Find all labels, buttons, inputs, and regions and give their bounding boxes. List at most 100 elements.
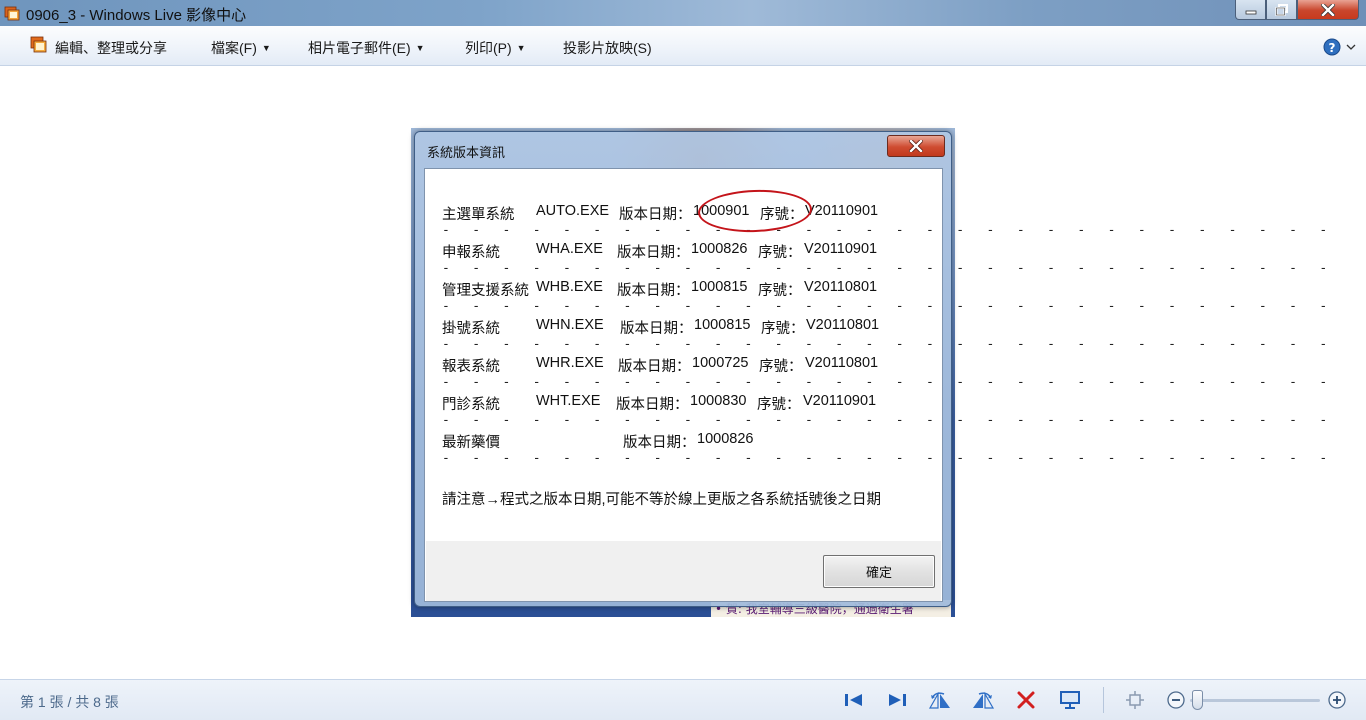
- serial-number: V20110901: [804, 241, 878, 257]
- version-row: 最新藥價 版本日期： 1000826: [442, 431, 922, 451]
- rotate-right-button[interactable]: [971, 689, 995, 711]
- version-date-label: 版本日期：: [617, 283, 690, 299]
- rotate-right-icon: [973, 691, 995, 709]
- zoom-slider-track[interactable]: [1190, 699, 1320, 702]
- previous-button[interactable]: [842, 689, 866, 711]
- close-button[interactable]: [1297, 0, 1359, 20]
- system-name: 最新藥價: [442, 435, 500, 451]
- menu-file[interactable]: 檔案(F) ▼: [211, 38, 271, 58]
- separator: - - - - - - - - - - - - - - - - - - - - …: [442, 375, 1335, 390]
- dropdown-caret-icon: ▼: [415, 43, 425, 53]
- version-date-label: 版本日期：: [620, 321, 693, 337]
- svg-text:?: ?: [1329, 41, 1336, 55]
- menu-print[interactable]: 列印(P) ▼: [465, 38, 526, 58]
- version-date-label: 版本日期：: [619, 207, 692, 223]
- version-row: 管理支援系統 WHB.EXE 版本日期： 1000815 序號： V201108…: [442, 279, 922, 299]
- next-icon: [889, 694, 906, 706]
- restore-button[interactable]: [1266, 0, 1297, 20]
- help-button[interactable]: ?: [1322, 38, 1356, 56]
- delete-button[interactable]: [1014, 689, 1038, 711]
- version-date: 1000830: [690, 393, 747, 409]
- exe-name: AUTO.EXE: [536, 203, 610, 219]
- ok-button[interactable]: 確定: [823, 555, 935, 588]
- dialog-title: 系統版本資訊: [427, 145, 506, 160]
- minimize-button[interactable]: [1235, 0, 1266, 20]
- system-name: 申報系統: [442, 245, 500, 261]
- window-title: 0906_3 - Windows Live 影像中心: [26, 7, 247, 24]
- separator: - - - - - - - - - - - - - - - - - - - - …: [442, 261, 1335, 276]
- serial-label: 序號：: [758, 245, 802, 261]
- dropdown-caret-icon: ▼: [261, 43, 271, 53]
- version-row: 主選單系統 AUTO.EXE 版本日期： 1000901 序號： V201109…: [442, 203, 922, 223]
- fit-window-button[interactable]: [1123, 689, 1147, 711]
- version-date-label: 版本日期：: [617, 245, 690, 261]
- zoom-in-button[interactable]: [1325, 689, 1349, 711]
- photo-gallery-icon: [4, 6, 20, 21]
- system-name: 報表系統: [442, 359, 500, 375]
- version-note: 請注意→程式之版本日期,可能不等於線上更版之各系統括號後之日期: [442, 492, 882, 508]
- zoom-slider-thumb[interactable]: [1191, 690, 1203, 710]
- delete-icon: [1017, 691, 1035, 709]
- next-button[interactable]: [885, 689, 909, 711]
- version-date: 1000815: [694, 317, 751, 333]
- menu-bar: 編輯、整理或分享 檔案(F) ▼ 相片電子郵件(E) ▼ 列印(P) ▼ 投影片放映(…: [0, 26, 1366, 66]
- menu-label: 相片電子郵件(E): [308, 40, 411, 56]
- separator: - - - - - - - - - - - - - - - - - - - - …: [442, 451, 1335, 466]
- exe-name: WHT.EXE: [536, 393, 601, 409]
- restore-icon: [1275, 3, 1288, 16]
- version-date: 1000815: [691, 279, 748, 295]
- menu-label: 列印(P): [465, 40, 512, 56]
- serial-label: 序號：: [759, 359, 803, 375]
- version-row: 申報系統 WHA.EXE 版本日期： 1000826 序號： V20110901: [442, 241, 922, 261]
- exe-name: WHR.EXE: [536, 355, 604, 371]
- slideshow-button[interactable]: [1058, 689, 1082, 711]
- version-row: 報表系統 WHR.EXE 版本日期： 1000725 序號： V20110801: [442, 355, 922, 375]
- status-bar: 第 1 張 / 共 8 張: [0, 679, 1366, 720]
- system-name: 管理支援系統: [442, 283, 529, 299]
- exe-name: WHA.EXE: [536, 241, 603, 257]
- version-row: 門診系統 WHT.EXE 版本日期： 1000830 序號： V20110901: [442, 393, 922, 413]
- exe-name: WHN.EXE: [536, 317, 604, 333]
- version-date: 1000725: [692, 355, 749, 371]
- organize-icon: [30, 36, 47, 53]
- zoom-out-icon: [1167, 691, 1185, 709]
- serial-label: 序號：: [758, 283, 802, 299]
- dialog-content: 主選單系統 AUTO.EXE 版本日期： 1000901 序號： V201109…: [424, 168, 1327, 602]
- serial-label: 序號：: [761, 321, 805, 337]
- version-date-label: 版本日期：: [623, 435, 696, 451]
- system-name: 主選單系統: [442, 207, 515, 223]
- separator: - - - - - - - - - - - - - - - - - - - - …: [442, 299, 1335, 314]
- version-row: 掛號系統 WHN.EXE 版本日期： 1000815 序號： V20110801: [442, 317, 922, 337]
- separator: - - - - - - - - - - - - - - - - - - - - …: [442, 223, 1335, 238]
- menu-photo-email[interactable]: 相片電子郵件(E) ▼: [308, 38, 425, 58]
- version-info-dialog: 系統版本資訊 主選單系統 AUTO.EXE 版本日期： 1000901 序號： …: [414, 131, 1327, 607]
- serial-number: V20110901: [803, 393, 877, 409]
- zoom-in-icon: [1328, 691, 1346, 709]
- dialog-close-button[interactable]: [887, 135, 945, 157]
- rotate-left-button[interactable]: [928, 689, 952, 711]
- menu-label: 投影片放映(S): [563, 40, 652, 56]
- close-icon: [909, 140, 923, 152]
- dropdown-caret-icon: ▼: [516, 43, 526, 53]
- serial-number: V20110901: [805, 203, 879, 219]
- version-date-label: 版本日期：: [618, 359, 691, 375]
- menu-label: 檔案(F): [211, 40, 257, 56]
- rotate-left-icon: [928, 691, 950, 709]
- separator: - - - - - - - - - - - - - - - - - - - - …: [442, 337, 1335, 352]
- photo-counter: 第 1 張 / 共 8 張: [20, 694, 119, 710]
- title-bar: 0906_3 - Windows Live 影像中心: [0, 0, 1366, 26]
- serial-number: V20110801: [806, 317, 880, 333]
- menu-slideshow[interactable]: 投影片放映(S): [563, 38, 652, 58]
- help-icon: ?: [1323, 38, 1356, 56]
- fit-window-icon: [1126, 691, 1144, 709]
- exe-name: WHB.EXE: [536, 279, 603, 295]
- menu-label: 編輯、整理或分享: [55, 40, 167, 56]
- version-date: 1000826: [697, 431, 754, 447]
- previous-icon: [845, 694, 862, 706]
- serial-label: 序號：: [757, 397, 801, 413]
- menu-edit-organize-share[interactable]: 編輯、整理或分享: [55, 38, 167, 58]
- dialog-footer: 確定: [426, 541, 941, 601]
- zoom-out-button[interactable]: [1164, 689, 1188, 711]
- version-date: 1000826: [691, 241, 748, 257]
- serial-number: V20110801: [805, 355, 879, 371]
